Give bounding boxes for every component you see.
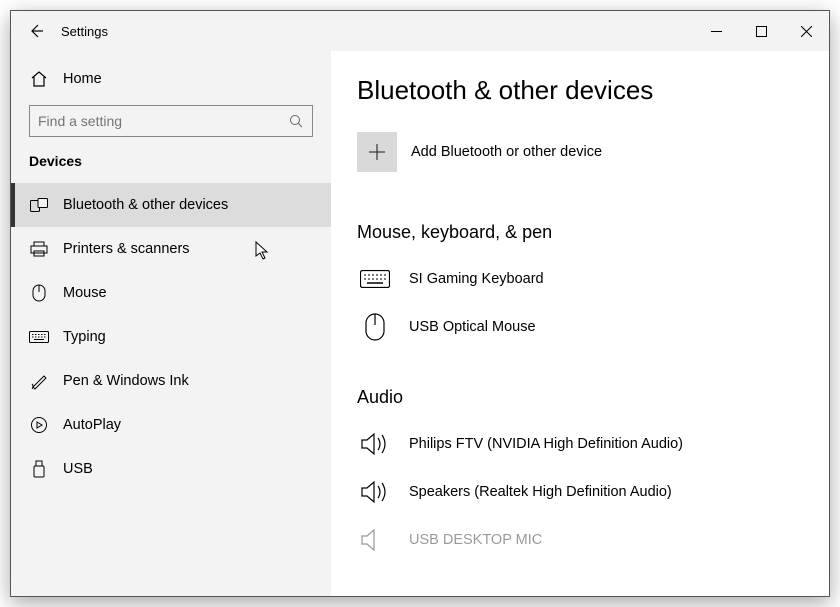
pen-icon <box>29 371 49 391</box>
sidebar: Home Devices Bluetooth & other devices <box>11 51 331 596</box>
sidebar-home[interactable]: Home <box>11 61 331 97</box>
sidebar-item-bluetooth[interactable]: Bluetooth & other devices <box>11 183 331 227</box>
home-icon <box>29 69 49 89</box>
close-icon <box>801 26 812 37</box>
sidebar-nav: Bluetooth & other devices Printers & sca… <box>11 183 331 491</box>
maximize-icon <box>756 26 767 37</box>
plus-icon <box>368 143 386 161</box>
home-label: Home <box>63 71 102 87</box>
device-name: USB Optical Mouse <box>409 319 536 335</box>
group-title: Audio <box>357 387 803 408</box>
main-panel: Bluetooth & other devices Add Bluetooth … <box>331 51 829 596</box>
search-box[interactable] <box>29 105 313 137</box>
sidebar-item-printers[interactable]: Printers & scanners <box>11 227 331 271</box>
sidebar-item-usb[interactable]: USB <box>11 447 331 491</box>
device-item[interactable]: USB Optical Mouse <box>357 303 803 351</box>
sidebar-item-label: Bluetooth & other devices <box>63 197 228 213</box>
sidebar-item-mouse[interactable]: Mouse <box>11 271 331 315</box>
printer-icon <box>29 239 49 259</box>
mouse-icon <box>29 283 49 303</box>
settings-window: Settings Home <box>10 10 830 597</box>
plus-button <box>357 132 397 172</box>
sidebar-item-pen[interactable]: Pen & Windows Ink <box>11 359 331 403</box>
autoplay-icon <box>29 415 49 435</box>
minimize-icon <box>711 26 722 37</box>
group-title: Mouse, keyboard, & pen <box>357 222 803 243</box>
device-name: USB DESKTOP MIC <box>409 532 542 548</box>
speaker-icon <box>357 481 393 503</box>
usb-icon <box>29 459 49 479</box>
sidebar-item-label: Typing <box>63 329 106 345</box>
sidebar-item-label: Pen & Windows Ink <box>63 373 189 389</box>
sidebar-section-header: Devices <box>11 147 331 183</box>
window-title: Settings <box>61 24 108 39</box>
device-item[interactable]: Philips FTV (NVIDIA High Definition Audi… <box>357 420 803 468</box>
group-audio: Audio Philips FTV (NVIDIA High Definitio… <box>357 387 803 564</box>
device-name: Philips FTV (NVIDIA High Definition Audi… <box>409 436 683 452</box>
device-name: SI Gaming Keyboard <box>409 271 544 287</box>
device-item[interactable]: Speakers (Realtek High Definition Audio) <box>357 468 803 516</box>
sidebar-item-typing[interactable]: Typing <box>11 315 331 359</box>
sidebar-item-label: AutoPlay <box>63 417 121 433</box>
add-device-label: Add Bluetooth or other device <box>411 144 602 160</box>
titlebar: Settings <box>11 11 829 51</box>
window-controls <box>694 11 829 51</box>
group-mouse-keyboard-pen: Mouse, keyboard, & pen SI Gaming Keyboar… <box>357 222 803 351</box>
device-item[interactable]: SI Gaming Keyboard <box>357 255 803 303</box>
sidebar-item-autoplay[interactable]: AutoPlay <box>11 403 331 447</box>
bluetooth-devices-icon <box>29 195 49 215</box>
sidebar-item-label: USB <box>63 461 93 477</box>
device-item[interactable]: USB DESKTOP MIC <box>357 516 803 564</box>
keyboard-icon <box>29 327 49 347</box>
back-button[interactable] <box>21 16 51 46</box>
content-area: Home Devices Bluetooth & other devices <box>11 51 829 596</box>
device-name: Speakers (Realtek High Definition Audio) <box>409 484 672 500</box>
search-input[interactable] <box>38 113 289 129</box>
page-title: Bluetooth & other devices <box>357 75 803 106</box>
search-icon <box>289 114 304 129</box>
speaker-icon <box>357 529 393 551</box>
maximize-button[interactable] <box>739 11 784 51</box>
minimize-button[interactable] <box>694 11 739 51</box>
speaker-icon <box>357 433 393 455</box>
mouse-icon <box>357 313 393 341</box>
sidebar-item-label: Printers & scanners <box>63 241 190 257</box>
keyboard-icon <box>357 270 393 288</box>
sidebar-item-label: Mouse <box>63 285 107 301</box>
close-button[interactable] <box>784 11 829 51</box>
search-wrap <box>11 97 331 147</box>
back-arrow-icon <box>28 23 44 39</box>
add-device-button[interactable]: Add Bluetooth or other device <box>357 132 803 172</box>
